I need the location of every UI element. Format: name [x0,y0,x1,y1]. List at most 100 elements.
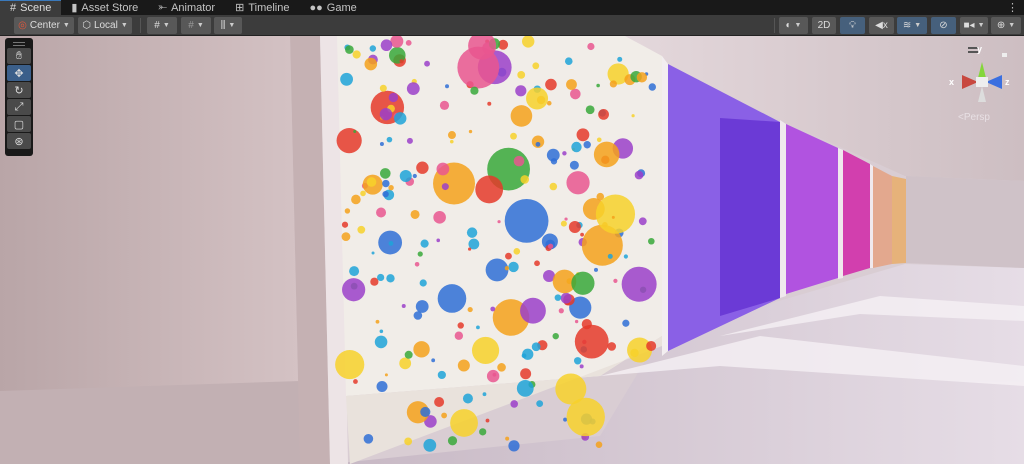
paint-splat [353,129,357,133]
projection-toggle[interactable]: <Persp [958,112,990,123]
drag-handle[interactable] [13,42,25,46]
paint-splat [379,84,387,92]
paint-splat [420,239,429,248]
move-tool-button[interactable]: ✥ [7,65,31,81]
paint-splat [490,306,496,312]
gizmos-dropdown[interactable]: ⊕ ▼ [991,17,1021,34]
paint-splat [482,392,487,397]
move-icon: ✥ [14,67,24,80]
paint-splat [630,348,639,358]
paint-splat [571,271,595,295]
paint-splat [562,151,567,156]
z-axis-label: z [1005,77,1010,87]
x-axis-label: x [949,77,955,87]
paint-splat [434,397,445,408]
paint-splat [634,170,644,180]
scale-tool-button[interactable]: ⤢ [7,99,31,115]
paint-splat [510,132,517,140]
lighting-toggle[interactable]: 💡︎ [840,17,865,34]
chevron-down-icon: ▼ [196,22,204,29]
paint-splat [579,364,584,369]
audio-toggle[interactable]: ◀x [869,17,894,34]
tab-game[interactable]: ●● Game [299,0,366,15]
align-dropdown[interactable]: ⫼ ▼ [214,17,242,34]
snap-icon: # [188,20,194,31]
paint-splat [513,155,525,167]
paint-splat [568,221,581,234]
paint-splat [646,340,657,351]
2d-toggle[interactable]: 2D [812,17,836,34]
paint-splat [410,209,420,219]
paint-splat [335,349,365,380]
paint-splat [549,182,558,191]
grid-icon: # [154,20,160,31]
paint-splat [388,185,394,191]
bag-icon: ▮ [71,2,78,14]
paint-splat [399,357,412,370]
paint-splat [492,372,497,377]
rect-tool-button[interactable]: ▢ [7,116,31,132]
paint-splat [364,57,378,71]
paint-splat [545,78,557,91]
paint-splat [648,83,656,91]
gamepad-icon: ●● [309,1,323,14]
divider [774,18,775,33]
paint-splat [431,358,436,363]
space-dropdown[interactable]: ⬡ Local ▼ [78,17,132,34]
paint-splat [546,100,552,106]
tab-timeline[interactable]: ⊞ Timeline [225,0,299,15]
effects-dropdown[interactable]: ≋ ▼ [897,17,927,34]
cube-icon: ⬡ [82,20,91,31]
paint-splat [352,50,361,59]
paint-splat [570,88,581,100]
paint-splat [504,198,549,243]
paint-splat [420,406,431,418]
paint-splat [576,128,590,142]
paint-splat [566,171,590,195]
paint-splat [510,105,533,127]
paint-splat [447,436,458,446]
paint-splat [607,253,613,259]
paint-splat [574,324,609,359]
tab-scene[interactable]: # Scene [0,0,62,15]
paint-splat [517,70,526,79]
visibility-toggle[interactable]: ⊘ [931,17,956,34]
more-options-icon[interactable]: ⋮ [1007,1,1018,14]
paint-splat [564,217,568,221]
tab-asset-store[interactable]: ▮ Asset Store [61,0,148,15]
paint-splat [508,261,519,273]
paint-splat [457,322,464,329]
paint-splat [340,72,353,86]
eye-slash-icon: ⊘ [939,20,948,31]
scale-icon: ⤢ [14,100,24,113]
rotate-tool-button[interactable]: ↻ [7,82,31,98]
paint-splat [595,194,636,234]
tool-palette: ✋︎ ✥ ↻ ⤢ ▢ ⊛ [5,38,33,156]
snap-increment-dropdown[interactable]: # ▼ [181,17,211,34]
paint-splat [349,266,360,277]
paint-splat [437,284,467,313]
scene-viewport[interactable] [0,36,1024,464]
hand-tool-button[interactable]: ✋︎ [7,48,31,64]
paint-splat [436,238,441,243]
pivot-dropdown[interactable]: ◎ Center ▼ [14,17,74,34]
paint-splat [560,292,572,304]
paint-splat [369,45,377,52]
paint-splat [505,252,512,260]
transform-tool-button[interactable]: ⊛ [7,133,31,149]
paint-splat [437,370,446,380]
paint-splat [513,248,521,255]
paint-splat [423,438,437,452]
y-axis-label: y [977,44,983,54]
paint-splat [414,261,420,267]
grid-snap-dropdown[interactable]: # ▼ [147,17,177,34]
camera-dropdown[interactable]: ■◂ ▼ [960,17,988,34]
shading-mode-dropdown[interactable]: ◐ ▼ [779,17,808,34]
paint-splat [399,59,404,64]
tab-animator[interactable]: ⤜ Animator [148,0,225,15]
paint-splat [471,336,500,365]
paint-splat [441,183,449,191]
paint-splat [379,168,391,179]
paint-splat [504,265,510,271]
paint-splat [457,359,470,372]
